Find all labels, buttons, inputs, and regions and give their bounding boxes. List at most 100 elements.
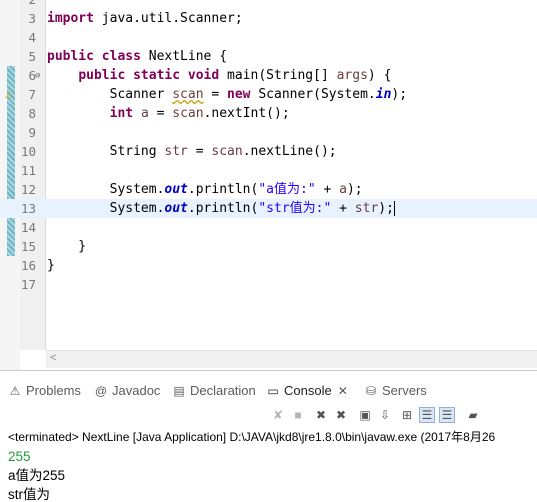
code-line[interactable]: 5 public class NextLine { — [0, 47, 537, 66]
code-token: scan — [172, 106, 204, 121]
code-line[interactable]: 7 ⚠ Scanner scan = new Scanner(System.in)… — [0, 85, 537, 104]
code-token: Scanner — [47, 87, 173, 102]
code-text[interactable]: import java.util.Scanner; — [47, 9, 243, 28]
code-token: = — [203, 87, 228, 102]
code-token: String — [47, 144, 165, 159]
remove-all-terminated-icon[interactable]: ✖ — [333, 407, 349, 423]
problems-icon: ⚠ — [9, 384, 21, 398]
code-line[interactable]: 12 System.out.println("a值为:" + a); — [0, 180, 537, 199]
code-editor[interactable]: 2 3 import java.util.Scanner; 4 5 public clas… — [0, 0, 537, 370]
code-line[interactable]: 6 ⊖ public static void main(String[] args… — [0, 66, 537, 85]
code-line[interactable]: 15 } — [0, 237, 537, 256]
code-token: import — [47, 11, 94, 26]
tab-declaration[interactable]: ▤ Declaration — [172, 379, 256, 403]
remove-launch-icon[interactable]: ✖ — [313, 407, 329, 423]
warning-marker-icon[interactable]: ⚠ — [5, 85, 12, 104]
text-caret — [393, 201, 395, 216]
console-line: a值为255 — [8, 468, 66, 483]
line-number: 4 — [28, 30, 36, 45]
line-number: 3 — [28, 11, 36, 26]
code-token: str — [354, 201, 379, 216]
code-token: + — [331, 201, 355, 216]
tab-label: Declaration — [190, 383, 256, 398]
code-text[interactable]: } — [47, 256, 55, 275]
pin-console-icon[interactable]: ▰ — [465, 407, 481, 423]
tab-javadoc[interactable]: @ Javadoc — [94, 379, 161, 403]
console-icon: ▭ — [267, 384, 279, 398]
console-output[interactable]: 255 a值为255 str值为 — [8, 447, 537, 502]
code-token: "a值为:" — [258, 182, 316, 197]
line-number: 7 — [28, 87, 36, 102]
console-toolbar: ✘ ■ ✖ ✖ ▣ ⇩ ⊞ ☰ ☰ ▰ — [265, 404, 537, 426]
code-line[interactable]: 14 — [0, 218, 537, 237]
code-token: out — [164, 201, 188, 216]
code-token: ) { — [367, 68, 392, 83]
code-token: System. — [47, 201, 165, 216]
line-number: 10 — [20, 144, 36, 159]
tab-label: Console — [284, 383, 332, 398]
code-token: a — [140, 106, 149, 121]
code-token: System. — [47, 182, 165, 197]
code-text[interactable]: public static void main(String[] args) { — [47, 66, 391, 85]
code-line[interactable]: 13 System.out.println("str值为:" + str); — [0, 199, 537, 218]
code-line[interactable]: 9 — [0, 123, 537, 142]
code-token: = — [187, 144, 212, 159]
fold-toggle-icon[interactable]: ⊖ — [35, 67, 40, 86]
code-token: Scanner(System. — [250, 87, 376, 102]
clear-console-icon[interactable]: ▣ — [357, 407, 373, 423]
code-token: + — [315, 182, 340, 197]
view-tab-bar: ⚠ Problems @ Javadoc ▤ Declaration ▭ Console ✕ ⛁ S… — [0, 379, 537, 403]
code-token: main(String[] — [219, 68, 337, 83]
code-text[interactable]: Scanner scan = new Scanner(System.in); — [47, 85, 407, 104]
show-on-stderr-icon[interactable]: ☰ — [439, 407, 455, 423]
bottom-view-panel: ⚠ Problems @ Javadoc ▤ Declaration ▭ Console ✕ ⛁ S… — [0, 370, 537, 502]
line-number: 14 — [20, 220, 36, 235]
line-number: 12 — [20, 182, 36, 197]
code-text[interactable]: } — [47, 237, 86, 256]
code-line[interactable]: 16} — [0, 256, 537, 275]
code-token: ); — [378, 201, 394, 216]
code-text[interactable]: System.out.println("a值为:" + a); — [47, 180, 363, 199]
line-number: 2 — [20, 0, 36, 9]
code-text[interactable]: System.out.println("str值为:" + str); — [47, 199, 395, 218]
code-token: public class — [47, 49, 141, 64]
code-token: .nextInt(); — [203, 106, 290, 121]
code-line[interactable]: 11 — [0, 161, 537, 180]
code-lines[interactable]: 2 3 import java.util.Scanner; 4 5 public clas… — [0, 0, 537, 294]
terminate-icon[interactable]: ✘ — [270, 407, 286, 423]
code-line[interactable]: 4 — [0, 28, 537, 47]
line-number: 13 — [20, 201, 36, 216]
show-on-stdout-icon[interactable]: ☰ — [419, 407, 435, 423]
code-line[interactable]: 3 import java.util.Scanner; — [0, 9, 537, 28]
code-line[interactable]: 2 — [0, 0, 537, 9]
line-number: 5 — [28, 49, 36, 64]
code-text[interactable]: public class NextLine { — [47, 47, 227, 66]
code-token: java.util.Scanner; — [93, 11, 243, 26]
code-token: } — [47, 239, 87, 254]
code-line[interactable]: 8 int a = scan.nextInt(); — [0, 104, 537, 123]
line-number: 16 — [20, 258, 36, 273]
word-wrap-icon[interactable]: ⊞ — [399, 407, 415, 423]
code-token: args — [336, 68, 368, 83]
declaration-icon: ▤ — [173, 384, 185, 398]
tab-servers[interactable]: ⛁ Servers — [364, 379, 427, 403]
scroll-left-arrow[interactable]: < — [50, 352, 56, 364]
code-text[interactable]: String str = scan.nextLine(); — [47, 142, 337, 161]
stop-icon[interactable]: ■ — [290, 407, 306, 423]
code-line[interactable]: 17 — [0, 275, 537, 294]
code-line[interactable]: 10 String str = scan.nextLine(); — [0, 142, 537, 161]
tab-console[interactable]: ▭ Console ✕ — [266, 379, 348, 403]
scroll-lock-icon[interactable]: ⇩ — [377, 407, 393, 423]
code-token: scan — [172, 87, 204, 102]
close-icon[interactable]: ✕ — [338, 384, 348, 398]
tab-problems[interactable]: ⚠ Problems — [8, 379, 81, 403]
code-token: ); — [391, 87, 408, 102]
line-number: 6 — [28, 68, 36, 83]
console-line: 255 — [8, 449, 31, 464]
code-token: new — [227, 87, 251, 102]
code-text[interactable]: int a = scan.nextInt(); — [47, 104, 290, 123]
code-token: a — [339, 182, 347, 197]
horizontal-scrollbar[interactable]: < — [46, 350, 537, 368]
